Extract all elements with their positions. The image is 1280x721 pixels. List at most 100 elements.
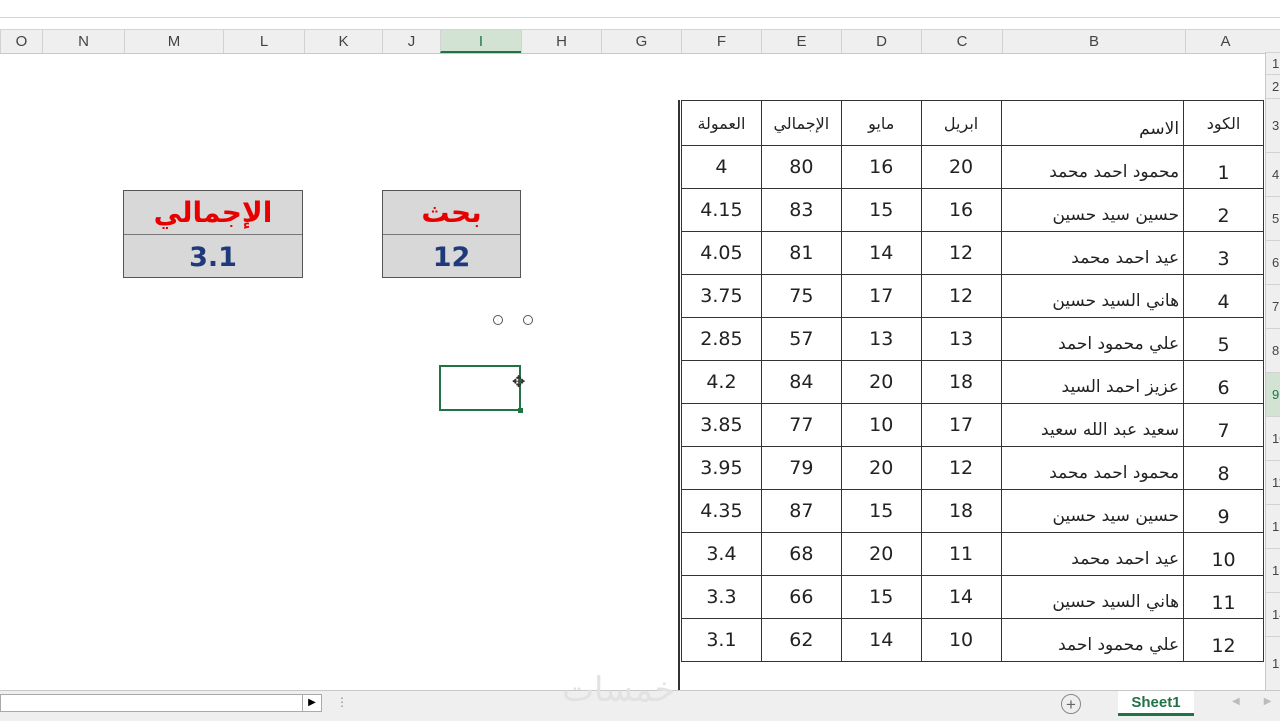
row-header-10[interactable]: 10 <box>1266 416 1280 460</box>
scroll-right-arrow-icon[interactable]: ▶ <box>302 695 321 711</box>
cell-total[interactable]: 87 <box>760 489 842 533</box>
cell-may[interactable]: 15 <box>840 489 922 533</box>
column-header-o[interactable]: O <box>0 30 42 53</box>
cell-code[interactable]: 7 <box>1183 403 1264 447</box>
resize-handle[interactable] <box>523 315 533 325</box>
cell-april[interactable]: 11 <box>920 532 1002 576</box>
column-header-i[interactable]: I <box>440 30 521 53</box>
cell-code[interactable]: 1 <box>1183 145 1264 189</box>
cell-name[interactable]: سعيد عبد الله سعيد <box>1000 403 1185 447</box>
cell-april[interactable]: 12 <box>920 446 1002 490</box>
cell-may[interactable]: 16 <box>840 145 922 189</box>
cell-commission[interactable]: 2.85 <box>681 317 762 361</box>
cell-commission[interactable]: 4 <box>681 145 762 189</box>
row-header-11[interactable]: 11 <box>1266 460 1280 504</box>
cell-code[interactable]: 12 <box>1183 618 1264 662</box>
cell-may[interactable]: 17 <box>840 274 922 318</box>
cell-april[interactable]: 14 <box>920 575 1002 619</box>
row-header-14[interactable]: 14 <box>1266 592 1280 636</box>
cell-name[interactable]: محمود احمد محمد <box>1000 145 1185 189</box>
cell-may[interactable]: 20 <box>840 446 922 490</box>
cell-name[interactable]: علي محمود احمد <box>1000 317 1185 361</box>
cell-commission[interactable]: 3.85 <box>681 403 762 447</box>
cell-commission[interactable]: 3.95 <box>681 446 762 490</box>
cell-april[interactable]: 12 <box>920 274 1002 318</box>
column-header-b[interactable]: B <box>1002 30 1185 53</box>
cell-name[interactable]: علي محمود احمد <box>1000 618 1185 662</box>
cell-may[interactable]: 20 <box>840 532 922 576</box>
column-header-h[interactable]: H <box>521 30 601 53</box>
cell-april[interactable]: 16 <box>920 188 1002 232</box>
cell-name[interactable]: عزيز احمد السيد <box>1000 360 1185 404</box>
header-total[interactable]: الإجمالي <box>760 100 842 146</box>
column-header-k[interactable]: K <box>304 30 382 53</box>
cell-name[interactable]: هاني السيد حسين <box>1000 575 1185 619</box>
cell-total[interactable]: 80 <box>760 145 842 189</box>
cell-commission[interactable]: 3.4 <box>681 532 762 576</box>
sheet-nav-arrows-icon[interactable]: ◀▶ <box>1232 696 1280 707</box>
cell-name[interactable]: حسين سيد حسين <box>1000 489 1185 533</box>
column-header-f[interactable]: F <box>681 30 761 53</box>
cell-may[interactable]: 20 <box>840 360 922 404</box>
cell-total[interactable]: 68 <box>760 532 842 576</box>
row-header-5[interactable]: 5 <box>1266 196 1280 240</box>
cell-april[interactable]: 20 <box>920 145 1002 189</box>
column-header-n[interactable]: N <box>42 30 124 53</box>
cell-code[interactable]: 6 <box>1183 360 1264 404</box>
cell-code[interactable]: 5 <box>1183 317 1264 361</box>
cell-code[interactable]: 3 <box>1183 231 1264 275</box>
row-header-6[interactable]: 6 <box>1266 240 1280 284</box>
column-header-e[interactable]: E <box>761 30 841 53</box>
cell-name[interactable]: حسين سيد حسين <box>1000 188 1185 232</box>
cell-code[interactable]: 9 <box>1183 489 1264 533</box>
cell-april[interactable]: 13 <box>920 317 1002 361</box>
row-header-3[interactable]: 3 <box>1266 98 1280 152</box>
plus-circle-icon[interactable]: + <box>1061 694 1081 714</box>
cell-april[interactable]: 17 <box>920 403 1002 447</box>
split-handle-icon[interactable]: ⋮ <box>336 695 348 709</box>
row-header-9[interactable]: 9 <box>1266 372 1280 416</box>
cell-may[interactable]: 15 <box>840 188 922 232</box>
cell-total[interactable]: 84 <box>760 360 842 404</box>
row-header-4[interactable]: 4 <box>1266 152 1280 196</box>
header-may[interactable]: مايو <box>840 100 922 146</box>
cell-commission[interactable]: 4.15 <box>681 188 762 232</box>
column-header-m[interactable]: M <box>124 30 223 53</box>
cell-april[interactable]: 18 <box>920 360 1002 404</box>
total-value[interactable]: 3.1 <box>124 235 302 278</box>
column-header-l[interactable]: L <box>223 30 304 53</box>
fill-handle[interactable] <box>518 408 523 413</box>
cell-april[interactable]: 18 <box>920 489 1002 533</box>
total-label[interactable]: الإجمالي <box>124 191 302 235</box>
column-header-g[interactable]: G <box>601 30 681 53</box>
cell-name[interactable]: عيد احمد محمد <box>1000 532 1185 576</box>
cell-total[interactable]: 81 <box>760 231 842 275</box>
cell-total[interactable]: 62 <box>760 618 842 662</box>
column-header-c[interactable]: C <box>921 30 1002 53</box>
cell-code[interactable]: 2 <box>1183 188 1264 232</box>
cell-april[interactable]: 10 <box>920 618 1002 662</box>
row-header-13[interactable]: 13 <box>1266 548 1280 592</box>
cell-may[interactable]: 10 <box>840 403 922 447</box>
cell-name[interactable]: هاني السيد حسين <box>1000 274 1185 318</box>
column-header-j[interactable]: J <box>382 30 440 53</box>
cell-commission[interactable]: 4.35 <box>681 489 762 533</box>
cell-total[interactable]: 77 <box>760 403 842 447</box>
row-header-12[interactable]: 12 <box>1266 504 1280 548</box>
cell-commission[interactable]: 4.2 <box>681 360 762 404</box>
resize-handle[interactable] <box>493 315 503 325</box>
column-header-d[interactable]: D <box>841 30 921 53</box>
cell-total[interactable]: 66 <box>760 575 842 619</box>
row-header-2[interactable]: 2 <box>1266 74 1280 98</box>
cell-april[interactable]: 12 <box>920 231 1002 275</box>
cell-name[interactable]: محمود احمد محمد <box>1000 446 1185 490</box>
header-code[interactable]: الكود <box>1183 100 1264 146</box>
cell-code[interactable]: 10 <box>1183 532 1264 576</box>
header-april[interactable]: ابريل <box>920 100 1002 146</box>
sheet-tab[interactable]: Sheet1 <box>1118 691 1194 716</box>
cell-commission[interactable]: 3.75 <box>681 274 762 318</box>
row-header-15[interactable]: 15 <box>1266 636 1280 690</box>
search-label[interactable]: بحث <box>383 191 520 235</box>
cell-commission[interactable]: 4.05 <box>681 231 762 275</box>
cell-code[interactable]: 11 <box>1183 575 1264 619</box>
